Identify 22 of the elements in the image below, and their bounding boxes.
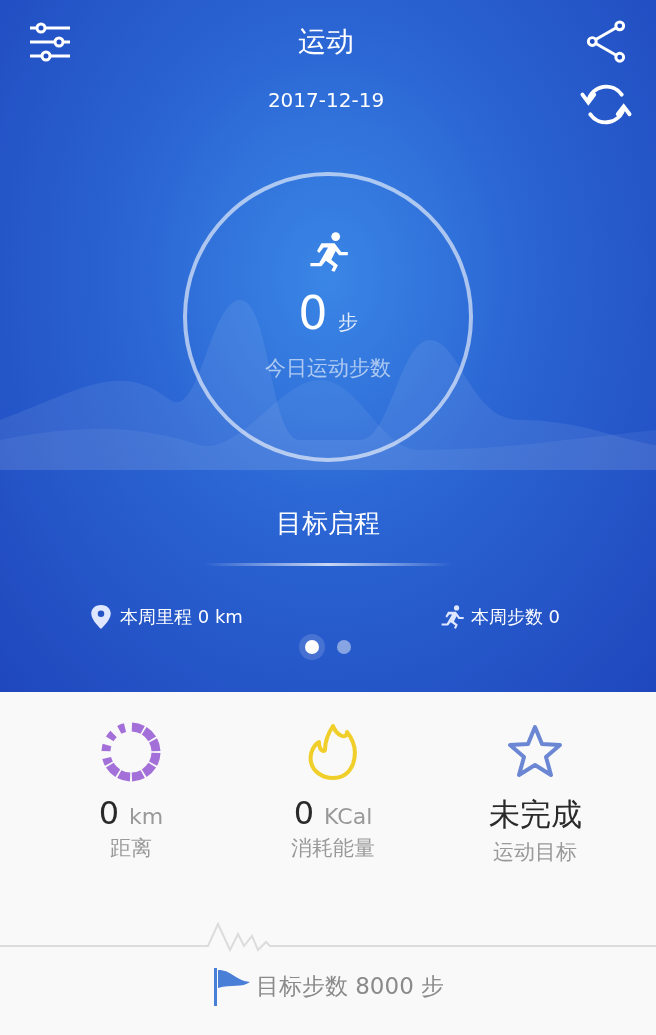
weekly-summary: 本周里程 0 km [120, 605, 243, 629]
page-dot[interactable] [305, 640, 319, 654]
step-label: 今日运动步数 [265, 355, 391, 382]
step-count: 0 [298, 286, 328, 340]
goal-start-label: 目标启程 [276, 507, 380, 540]
stat-value: 0 [293, 794, 315, 832]
stat-unit: km [129, 804, 164, 829]
target-steps-label: 目标步数 8000 步 [255, 971, 445, 1001]
page-dot[interactable] [337, 640, 351, 654]
stat-value: 未完成 [488, 795, 582, 834]
screen-title: 运动 [298, 24, 354, 60]
stat-value: 0 [98, 794, 120, 832]
flag-icon [211, 966, 252, 1006]
stat-label: 消耗能量 [291, 835, 375, 862]
date-label: 2017-12-19 [267, 88, 385, 112]
weekly-summary: 本周步数 0 [470, 605, 560, 629]
location-pin-icon [88, 604, 114, 630]
stat-label: 距离 [110, 835, 152, 862]
ring-icon [101, 722, 161, 782]
stat-label: 运动目标 [493, 839, 577, 866]
step-unit: 步 [337, 309, 358, 336]
stat-unit: KCal [324, 804, 373, 829]
